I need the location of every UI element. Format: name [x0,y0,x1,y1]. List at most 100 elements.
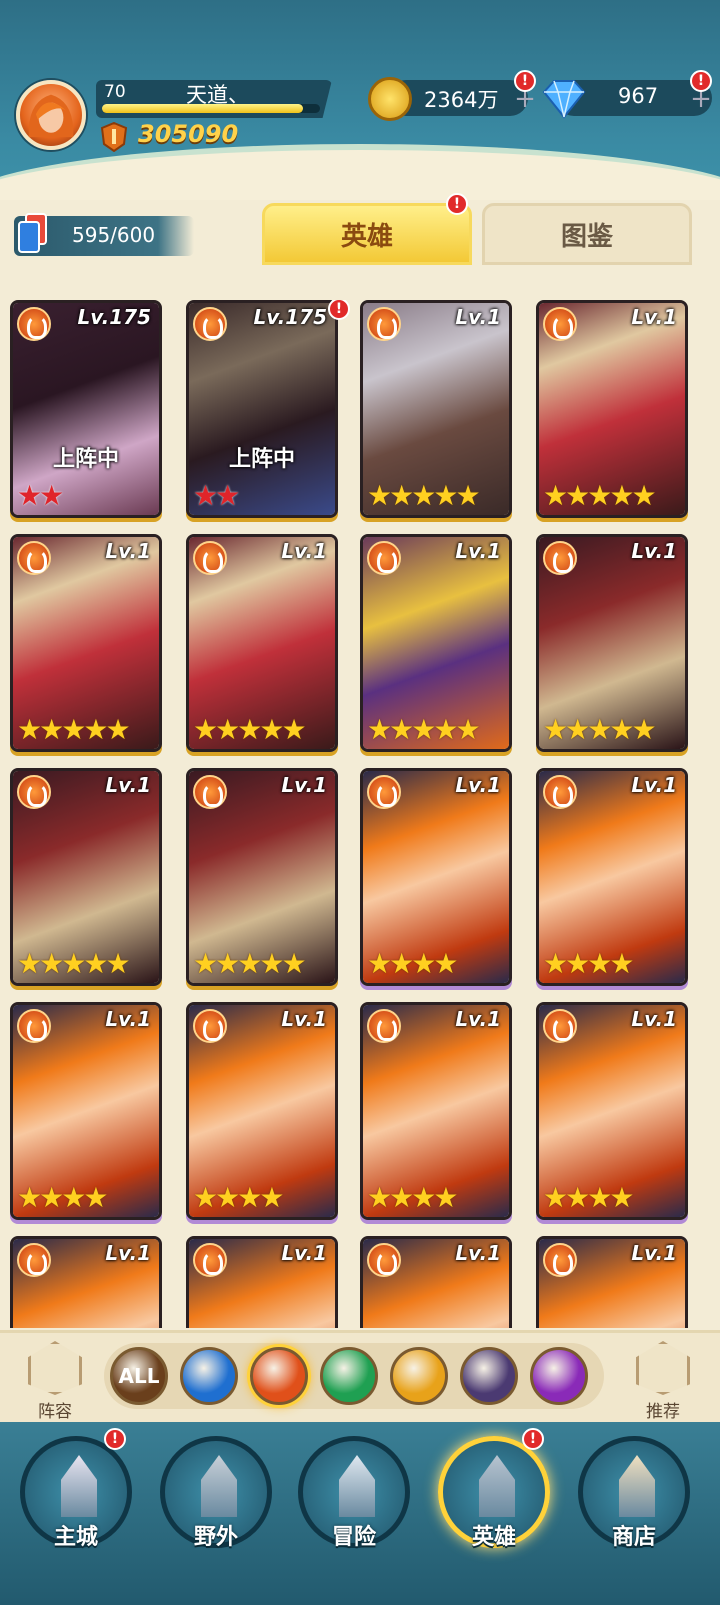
hero-card[interactable]: Lv.1 ★★★★★ [360,300,512,518]
filter-wind-icon[interactable] [320,1347,378,1405]
hero-level: Lv.1 [631,1241,677,1265]
star-icon: ★ [543,947,568,980]
avatar-portrait-icon [28,94,74,138]
hero-card[interactable]: Lv.1 [536,1236,688,1328]
hero-card[interactable]: Lv.1 ★★★★ [10,1002,162,1220]
lineup-icon [28,1341,82,1395]
nav-label: 英雄 [471,1525,516,1550]
fire-element-icon [367,541,401,575]
tab-heroes-alert-badge: ! [446,193,468,215]
tab-codex[interactable]: 图鉴 [482,203,692,265]
shop-icon [619,1455,655,1517]
star-icon: ★ [565,479,590,512]
hero-card[interactable]: Lv.1 ★★★★★ [186,534,338,752]
star-icon: ★ [83,1181,108,1214]
nav-shop-button[interactable]: 商店 [578,1436,690,1550]
star-icon: ★ [609,1181,634,1214]
hero-card[interactable]: Lv.1 [10,1236,162,1328]
filter-dark-icon[interactable] [460,1347,518,1405]
star-icon: ★ [193,1181,218,1214]
diamond-value: 967 [618,84,659,108]
gold-coin-icon [368,77,412,121]
tab-heroes[interactable]: 英雄 [262,203,472,265]
nav-portal-button[interactable]: 野外 [160,1436,272,1550]
hero-card[interactable]: Lv.1 ★★★★ [536,1002,688,1220]
star-icon: ★ [631,479,656,512]
hero-card[interactable]: Lv.1 ★★★★★ [536,534,688,752]
diamond-icon [542,80,586,119]
hero-star-rating: ★★★★ [539,1183,685,1213]
lineup-button[interactable]: 阵容 [20,1341,90,1422]
nav-sword-button[interactable]: 冒险 [298,1436,410,1550]
exp-bar-fill [102,104,303,113]
hero-level: Lv.175 [253,305,328,329]
star-icon: ★ [215,479,240,512]
hero-level: Lv.1 [455,539,501,563]
hero-level: Lv.175 [77,305,152,329]
star-icon: ★ [367,479,392,512]
hero-level: Lv.1 [281,539,327,563]
power-value: 305090 [138,120,239,148]
star-icon: ★ [411,479,436,512]
hero-level: Lv.1 [281,773,327,797]
star-icon: ★ [39,947,64,980]
filter-arcane-icon[interactable] [530,1347,588,1405]
hero-card[interactable]: Lv.1 ★★★★ [360,1002,512,1220]
star-icon: ★ [193,713,218,746]
hero-level: Lv.1 [105,1007,151,1031]
fire-element-icon [543,541,577,575]
bottom-navigation: 主城! 野外 冒险 英雄! 商店 [0,1422,720,1605]
fire-element-icon [367,307,401,341]
star-icon: ★ [543,1181,568,1214]
player-level-panel: 70 天道、 [96,80,332,118]
hero-card[interactable]: Lv.1 ★★★★★ [360,534,512,752]
star-icon: ★ [389,479,414,512]
filter-light-icon[interactable] [390,1347,448,1405]
hero-count-panel: 595/600 [14,213,194,256]
fire-element-icon [193,307,227,341]
star-icon: ★ [17,947,42,980]
nav-helmet-button[interactable]: 英雄 [438,1436,550,1550]
hero-card[interactable]: Lv.1 ★★★★★ [10,534,162,752]
nav-label: 野外 [193,1525,238,1550]
recommend-button[interactable]: 推荐 [628,1341,698,1422]
star-icon: ★ [411,1181,436,1214]
hero-status: 上阵中 [228,447,295,472]
hero-card[interactable]: Lv.1 ★★★★ [360,768,512,986]
hero-card[interactable]: Lv.1 ★★★★ [536,768,688,986]
fire-element-icon [17,1009,51,1043]
star-icon: ★ [17,479,42,512]
star-icon: ★ [259,713,284,746]
hero-star-rating: ★★★★ [363,1183,509,1213]
star-icon: ★ [281,947,306,980]
helmet-icon [479,1455,515,1517]
fire-element-icon [543,1009,577,1043]
hero-card[interactable]: Lv.1 ★★★★ [186,1002,338,1220]
fire-element-icon [17,307,51,341]
hero-card[interactable]: Lv.1 ★★★★★ [536,300,688,518]
hero-card[interactable]: Lv.175 上阵中 ★★ [186,300,338,518]
filter-all-icon[interactable]: ALL [110,1347,168,1405]
star-icon: ★ [433,713,458,746]
filter-fire-icon[interactable] [250,1347,308,1405]
fire-element-icon [17,541,51,575]
recommend-label: 推荐 [646,1402,680,1422]
hero-card[interactable]: Lv.1 ★★★★★ [10,768,162,986]
hero-card[interactable]: Lv.175 上阵中 ★★ [10,300,162,518]
fire-element-icon [367,1243,401,1277]
filter-water-icon[interactable] [180,1347,238,1405]
star-icon: ★ [389,1181,414,1214]
hero-star-rating: ★★★★ [13,1183,159,1213]
hero-card[interactable]: Lv.1 [360,1236,512,1328]
star-icon: ★ [215,713,240,746]
star-icon: ★ [411,713,436,746]
player-avatar[interactable] [16,80,86,150]
hero-card[interactable]: Lv.1 ★★★★★ [186,768,338,986]
hero-star-rating: ★★★★ [363,949,509,979]
star-icon: ★ [39,713,64,746]
nav-castle-button[interactable]: 主城 [20,1436,132,1550]
star-icon: ★ [389,713,414,746]
hero-card[interactable]: Lv.1 [186,1236,338,1328]
fire-element-icon [543,1243,577,1277]
star-icon: ★ [17,713,42,746]
